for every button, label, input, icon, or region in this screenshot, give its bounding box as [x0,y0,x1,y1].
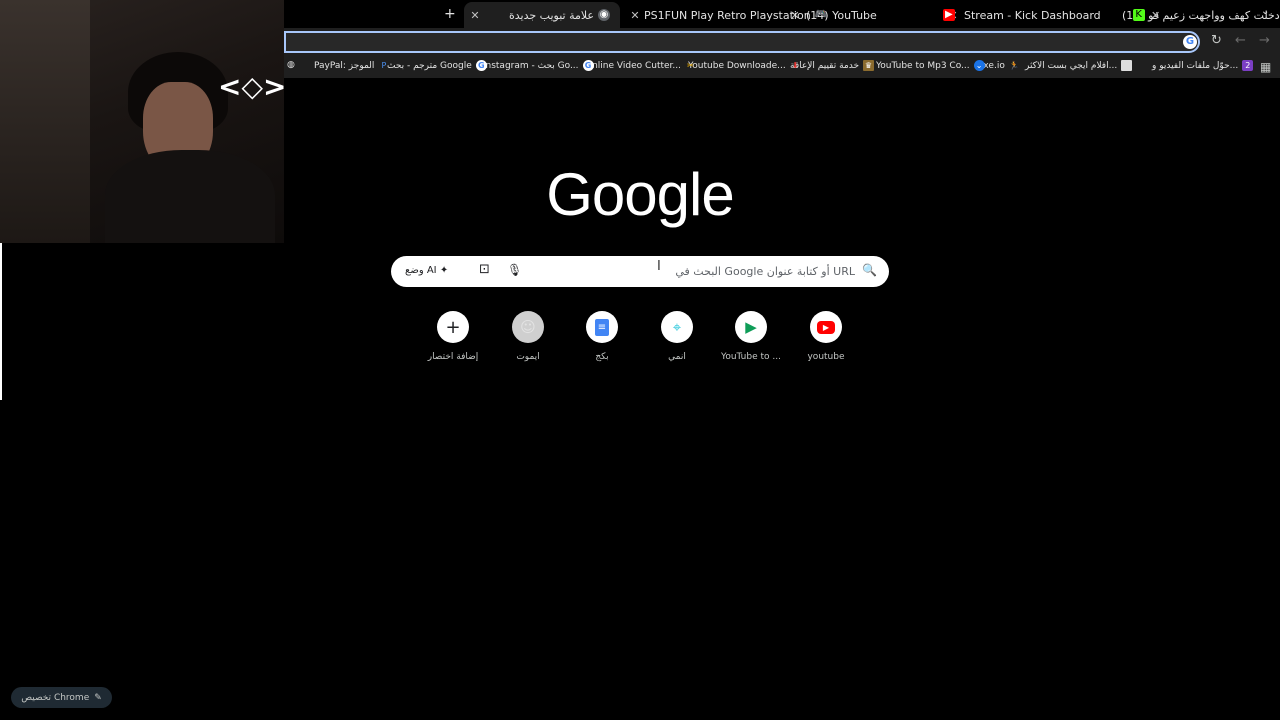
tab-kick-dashboard[interactable]: ✕ Stream - Kick Dashboard K ✕ [946,2,1163,28]
bookmark-instagram-search[interactable]: instagram - بحث Go... G [483,60,598,71]
bookmark-egybest[interactable]: افلام ايجي بست الاكثر... [1025,60,1136,71]
search-placeholder: البحث في Google أو كتابة عنوان URL [675,265,855,278]
youtube-icon: ▶ [810,311,842,343]
shortcut-package[interactable]: ≡ بكج [565,311,639,362]
webcam-decoration-icon: <◇> [218,70,284,103]
reload-icon[interactable]: ↻ [1211,33,1222,48]
tab-ps1fun[interactable]: ✕ PS1FUN Play Retro Playstation 🎮 [628,2,831,28]
lens-icon[interactable]: ⊡ [479,262,490,277]
bookmark-label: instagram - بحث Go... [483,60,579,71]
bookmark-label: مترجم - بحث Google [387,60,472,71]
gamepad-icon: 🎮 [814,9,828,20]
bookmark-video-cutter[interactable]: Online Video Cutter... ✂ [585,60,700,71]
bookmark-translator[interactable]: مترجم - بحث Google G [387,60,491,71]
shortcut-label: youtube [807,352,845,362]
webcam-person-body [105,150,275,243]
tab-new-tab[interactable]: ✕ علامة تبويب جديدة ◉ [464,2,620,28]
film-icon [1121,60,1133,71]
cutter-icon: ✂ [687,61,694,70]
text-cursor-icon: I [657,259,661,274]
address-bar[interactable] [284,31,1200,53]
bookmark-youtube-mp3[interactable]: YouTube to Mp3 Co... ⌄ [876,60,989,71]
google-icon: G [582,60,594,71]
bookmark-label: YouTube to Mp3 Co... [876,60,970,71]
shortcut-label: بكج [595,352,609,362]
service-icon: ♛ [863,60,875,71]
microphone-icon[interactable]: 🎙 [507,263,522,277]
close-icon[interactable]: ✕ [1149,9,1163,22]
converter-icon: 2 [1242,60,1254,71]
shortcut-label: إضافة اختصار [427,352,479,362]
bookmark-youtube-downloader[interactable]: Youtube Downloade... ⬇ [688,60,805,71]
close-icon[interactable]: ✕ [468,9,482,22]
bookmark-label: Online Video Cutter... [585,60,682,71]
google-icon: G [1183,35,1197,49]
shortcut-label: ايموت [516,352,540,362]
search-icon: 🔍 [862,263,877,277]
tab-title: PS1FUN Play Retro Playstation [644,8,811,22]
pencil-icon: ✎ [94,692,102,703]
ai-mode-button[interactable]: وضع AI ✦ [405,265,448,276]
back-icon[interactable]: ← [1235,33,1246,48]
browser-window: <◇> (14) دخلت كهف وواجهت زعيم فو... ▶ ✕ … [0,0,1280,720]
kick-icon: K [1132,9,1145,21]
webcam-overlay: <◇> [0,0,284,243]
tab-search-chevron-icon[interactable]: ⌄ [1261,6,1269,17]
close-icon[interactable]: ✕ [628,9,642,22]
bookmark-video-converter[interactable]: حوّل ملفات الفيديو و... 2 [1152,60,1257,71]
youtube-icon: ▶ [942,9,955,21]
tab-title: Stream - Kick Dashboard [964,8,1101,22]
apps-grid-icon[interactable]: ▦ [1260,60,1271,74]
download-icon: ⬇ [791,61,799,70]
customize-chrome-button[interactable]: تخصيص Chrome ✎ [11,687,112,708]
shortcut-label: انمي [668,352,686,362]
sparkle-icon: ✦ [439,265,449,276]
bookmark-paypal[interactable]: PayPal: الموجز P [314,60,393,71]
bookmark-overflow-icon[interactable]: ◍ [287,60,295,70]
shortcut-label: YouTube to ... [721,352,781,362]
chevron-down-icon: ⌄ [973,60,985,71]
bookmark-label: افلام ايجي بست الاكثر... [1025,60,1118,71]
chrome-icon: ◉ [598,9,610,21]
runner-icon: 🏃 [1009,61,1020,70]
tab-title: علامة تبويب جديدة [508,8,594,22]
webcam-edge [0,243,2,400]
bookmark-label: Youtube Downloade... [688,60,786,71]
play-icon: ▶ [735,311,767,343]
bookmark-label: PayPal: الموجز [314,60,375,71]
forward-icon[interactable]: → [1259,33,1270,48]
docs-icon: ≡ [586,311,618,343]
shortcut-emote[interactable]: ☺ ايموت [491,311,565,362]
new-tab-button[interactable]: + [444,6,456,22]
shortcut-add[interactable]: + إضافة اختصار [416,311,490,362]
google-icon: G [475,60,487,71]
shortcut-youtube[interactable]: ▶ youtube [789,311,863,362]
shortcut-youtube-to-mp3[interactable]: ▶ YouTube to ... [714,311,788,362]
avatar-icon: ☺ [512,311,544,343]
paypal-icon: P [381,61,387,70]
shortcut-anime[interactable]: ⌖ انمي [640,311,714,362]
webcam-background [0,0,90,243]
search-box[interactable]: وضع AI ✦ ⊡ 🎙 البحث في Google أو كتابة عن… [391,256,889,287]
location-pin-icon: ⌖ [661,311,693,343]
bookmark-label: حوّل ملفات الفيديو و... [1152,60,1239,71]
plus-icon: + [437,311,469,343]
customize-label: تخصيص Chrome [21,692,90,703]
